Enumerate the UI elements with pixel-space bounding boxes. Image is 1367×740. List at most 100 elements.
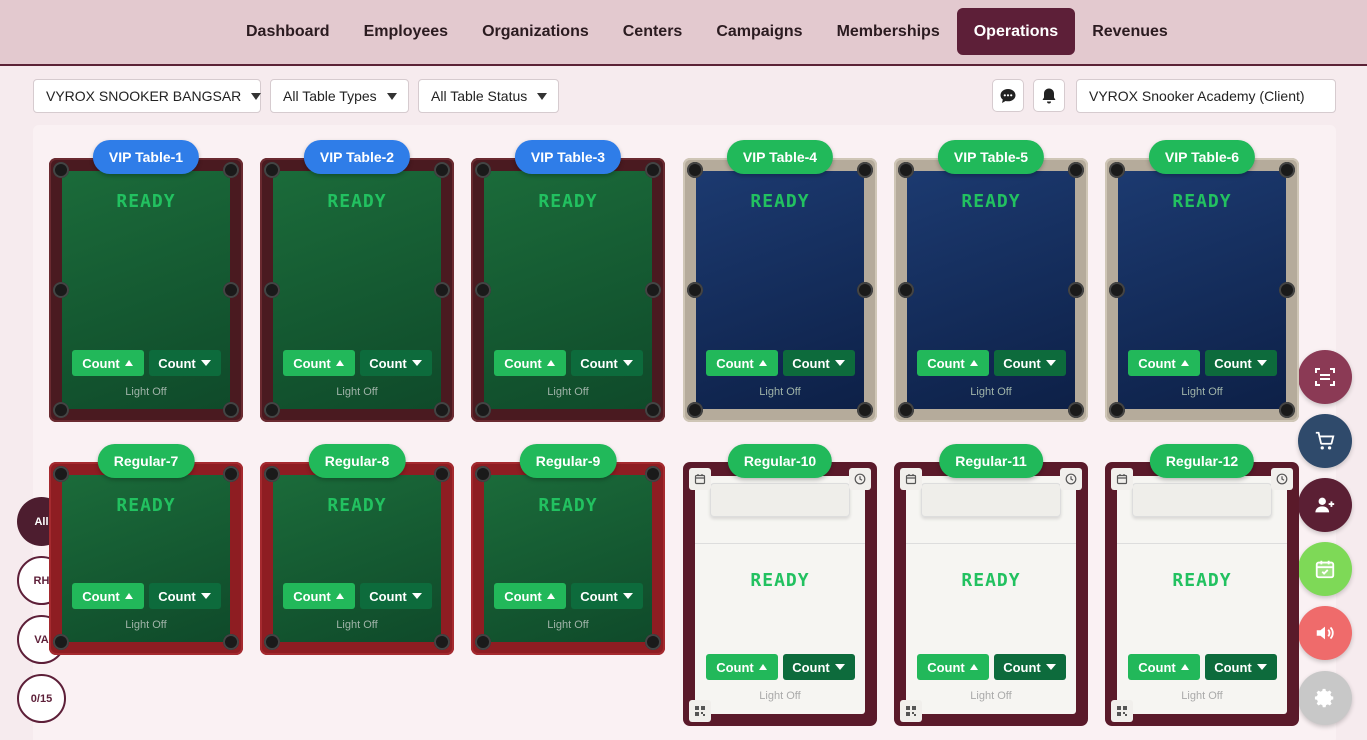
table-name-badge[interactable]: Regular-7 <box>97 444 195 478</box>
table-name-badge[interactable]: Regular-9 <box>519 444 617 478</box>
pocket <box>53 162 69 178</box>
pocket <box>857 162 873 178</box>
table-card[interactable]: VIP Table-2 READY Count Count Light Off <box>260 140 454 422</box>
caret-down-icon <box>1045 664 1056 670</box>
count-down-button[interactable]: Count <box>782 654 855 680</box>
nav-campaigns[interactable]: Campaigns <box>699 8 819 55</box>
table-card[interactable]: VIP Table-3 READY Count Count Light Off <box>471 140 665 422</box>
pocket <box>1279 402 1295 418</box>
count-buttons: Count Count <box>260 583 454 609</box>
table-card[interactable]: VIP Table-6 READY Count Count Light Off <box>1105 140 1299 422</box>
nav-memberships[interactable]: Memberships <box>820 8 957 55</box>
nav-operations[interactable]: Operations <box>956 8 1076 55</box>
table-name-badge[interactable]: Regular-10 <box>727 444 833 478</box>
count-up-button[interactable]: Count <box>493 350 566 376</box>
table-name-badge[interactable]: VIP Table-5 <box>937 140 1045 174</box>
table-type-select[interactable]: All Table Types <box>270 79 409 113</box>
clock-icon[interactable] <box>1060 468 1082 490</box>
table-card[interactable]: Regular-8 READY Count Count Light Off <box>260 444 454 655</box>
count-down-button[interactable]: Count <box>570 583 643 609</box>
client-select[interactable]: VYROX Snooker Academy (Client) <box>1076 79 1336 113</box>
announce-button[interactable] <box>1298 606 1352 660</box>
nav-revenues[interactable]: Revenues <box>1075 8 1185 55</box>
count-up-button[interactable]: Count <box>1127 350 1200 376</box>
count-down-button[interactable]: Count <box>782 350 855 376</box>
count-up-button[interactable]: Count <box>282 350 355 376</box>
count-up-button[interactable]: Count <box>705 654 778 680</box>
count-up-button[interactable]: Count <box>916 654 989 680</box>
pocket <box>645 162 661 178</box>
table-card[interactable]: VIP Table-4 READY Count Count Light Off <box>683 140 877 422</box>
pocket <box>645 282 661 298</box>
count-down-button[interactable]: Count <box>1204 350 1277 376</box>
nav-dashboard[interactable]: Dashboard <box>229 8 347 55</box>
table-name-badge[interactable]: Regular-11 <box>939 444 1043 478</box>
count-down-button[interactable]: Count <box>359 583 432 609</box>
count-down-button[interactable]: Count <box>570 350 643 376</box>
caret-down-icon <box>622 360 633 366</box>
pocket <box>264 634 280 650</box>
table-name-badge[interactable]: VIP Table-3 <box>514 140 622 174</box>
chat-button[interactable] <box>992 79 1024 112</box>
table-name-badge[interactable]: VIP Table-2 <box>303 140 411 174</box>
table-card[interactable]: READY Count Count Light Off Regular-10 <box>683 444 877 726</box>
pocket <box>264 466 280 482</box>
count-up-label: Count <box>1138 659 1176 675</box>
pocket <box>53 282 69 298</box>
light-status: Light Off <box>125 386 167 398</box>
occupancy-counter[interactable]: 0/15 <box>17 674 66 723</box>
count-up-button[interactable]: Count <box>1127 654 1200 680</box>
count-up-button[interactable]: Count <box>916 350 989 376</box>
pocket <box>223 162 239 178</box>
calendar-icon[interactable] <box>689 468 711 490</box>
nav-organizations[interactable]: Organizations <box>465 8 606 55</box>
pocket <box>857 282 873 298</box>
table-name-badge[interactable]: VIP Table-6 <box>1148 140 1256 174</box>
clock-icon[interactable] <box>849 468 871 490</box>
center-select[interactable]: VYROX SNOOKER BANGSAR <box>33 79 262 113</box>
table-status: READY <box>750 570 810 591</box>
nav-employees[interactable]: Employees <box>347 8 465 55</box>
table-card[interactable]: VIP Table-5 READY Count Count Light Off <box>894 140 1088 422</box>
table-card[interactable]: VIP Table-1 READY Count Count Light Off <box>49 140 243 422</box>
count-down-button[interactable]: Count <box>1204 654 1277 680</box>
table-name-badge[interactable]: VIP Table-4 <box>726 140 834 174</box>
count-down-button[interactable]: Count <box>148 350 221 376</box>
table-name-badge[interactable]: Regular-12 <box>1149 444 1255 478</box>
count-up-button[interactable]: Count <box>71 583 144 609</box>
clock-icon[interactable] <box>1271 468 1293 490</box>
table-status-select-value: All Table Status <box>431 88 528 104</box>
notifications-button[interactable] <box>1033 79 1065 112</box>
calendar-icon[interactable] <box>900 468 922 490</box>
qr-code-icon[interactable] <box>1111 700 1133 722</box>
nav-centers[interactable]: Centers <box>606 8 700 55</box>
count-up-button[interactable]: Count <box>282 583 355 609</box>
scan-button[interactable] <box>1298 350 1352 404</box>
table-name-badge[interactable]: VIP Table-1 <box>92 140 200 174</box>
table-card[interactable]: Regular-7 READY Count Count Light Off <box>49 444 243 655</box>
filter-rh-label: RH <box>33 574 50 587</box>
count-down-button[interactable]: Count <box>359 350 432 376</box>
calendar-icon[interactable] <box>1111 468 1133 490</box>
table-status-select[interactable]: All Table Status <box>418 79 559 113</box>
table-name-badge[interactable]: Regular-8 <box>308 444 406 478</box>
count-down-button[interactable]: Count <box>993 350 1066 376</box>
chevron-down-icon <box>537 92 548 100</box>
calendar-button[interactable] <box>1298 542 1352 596</box>
qr-code-icon[interactable] <box>900 700 922 722</box>
table-card[interactable]: READY Count Count Light Off Regular-12 <box>1105 444 1299 726</box>
table-card[interactable]: Regular-9 READY Count Count Light Off <box>471 444 665 655</box>
count-up-label: Count <box>716 659 754 675</box>
cart-button[interactable] <box>1298 414 1352 468</box>
count-up-button[interactable]: Count <box>705 350 778 376</box>
add-user-button[interactable] <box>1298 478 1352 532</box>
settings-button[interactable] <box>1298 671 1352 725</box>
count-up-label: Count <box>716 355 754 371</box>
count-down-button[interactable]: Count <box>148 583 221 609</box>
count-down-label: Count <box>1214 659 1252 675</box>
table-card[interactable]: READY Count Count Light Off Regular-11 <box>894 444 1088 726</box>
count-up-button[interactable]: Count <box>493 583 566 609</box>
count-up-button[interactable]: Count <box>71 350 144 376</box>
qr-code-icon[interactable] <box>689 700 711 722</box>
count-down-button[interactable]: Count <box>993 654 1066 680</box>
